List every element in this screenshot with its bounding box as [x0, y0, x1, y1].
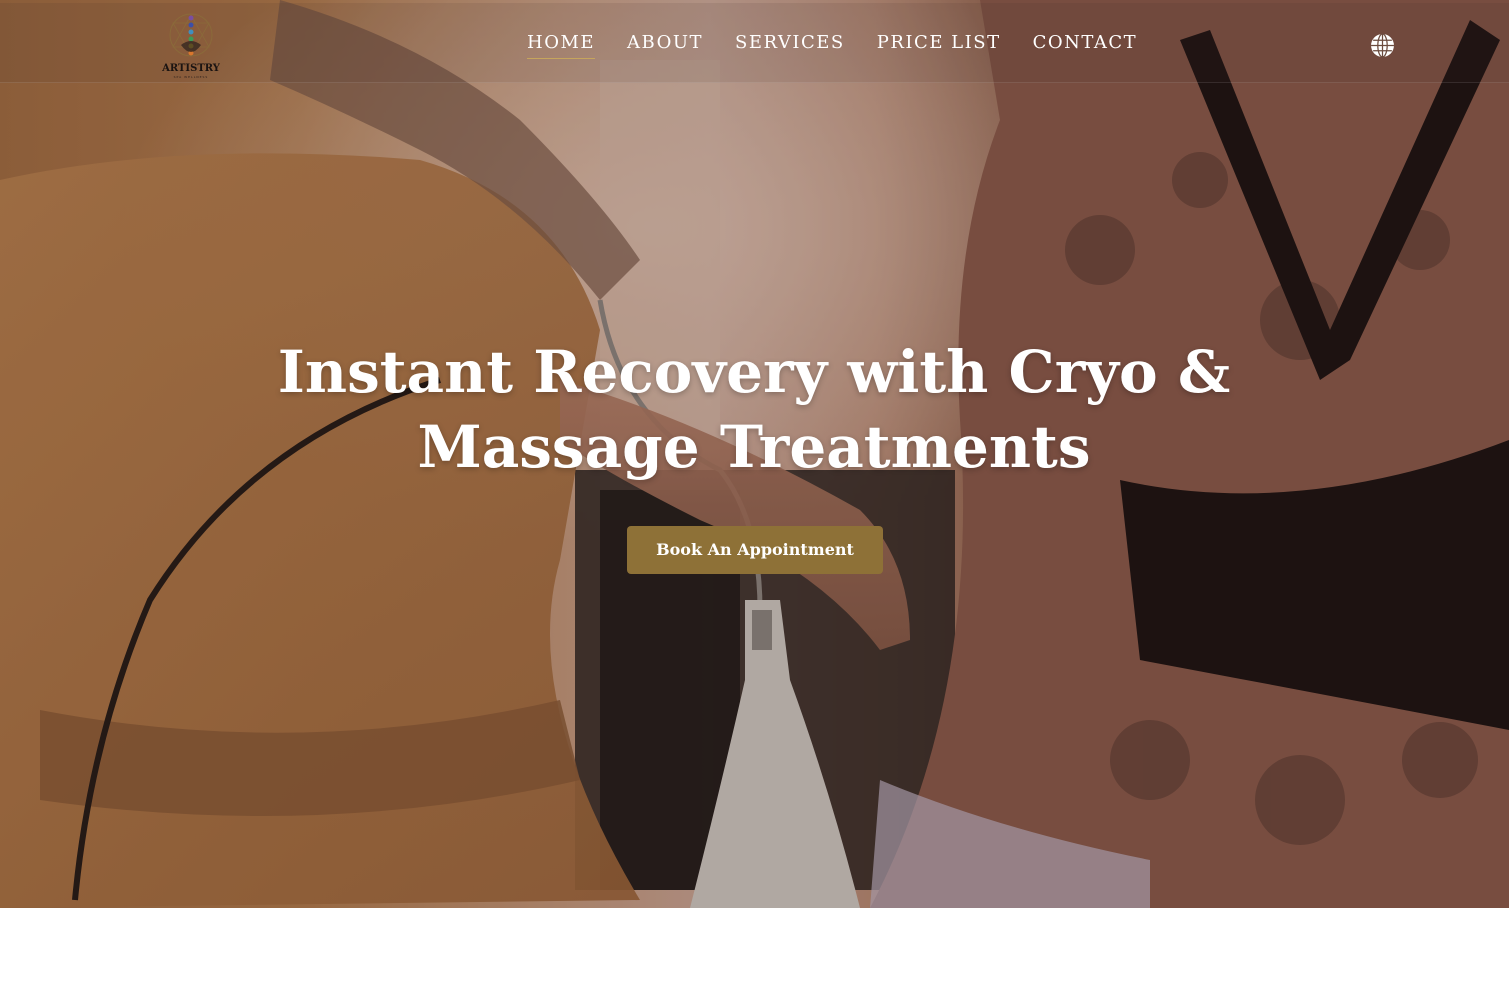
globe-icon[interactable] — [1370, 33, 1395, 58]
nav-item-services[interactable]: SERVICES — [735, 31, 845, 55]
nav-item-home[interactable]: HOME — [527, 31, 596, 59]
nav-item-contact[interactable]: CONTACT — [1033, 31, 1138, 55]
hero-section: ARTISTRY SPA WELLNESS HOME ABOUT SERVICE… — [0, 0, 1509, 908]
navbar: ARTISTRY SPA WELLNESS HOME ABOUT SERVICE… — [0, 3, 1509, 83]
logo-tagline: SPA WELLNESS — [173, 75, 209, 79]
hero-title: Instant Recovery with Cryo & Massage Tre… — [277, 338, 1231, 481]
logo-wordmark: ARTISTRY — [162, 63, 220, 74]
book-appointment-button[interactable]: Book An Appointment — [627, 526, 883, 574]
nav-item-about[interactable]: ABOUT — [627, 31, 703, 55]
main-navigation: HOME ABOUT SERVICES PRICE LIST CONTACT — [527, 31, 1169, 59]
chakra-logo-icon — [169, 13, 213, 57]
nav-item-price-list[interactable]: PRICE LIST — [877, 31, 1001, 55]
logo[interactable]: ARTISTRY SPA WELLNESS — [158, 9, 224, 79]
